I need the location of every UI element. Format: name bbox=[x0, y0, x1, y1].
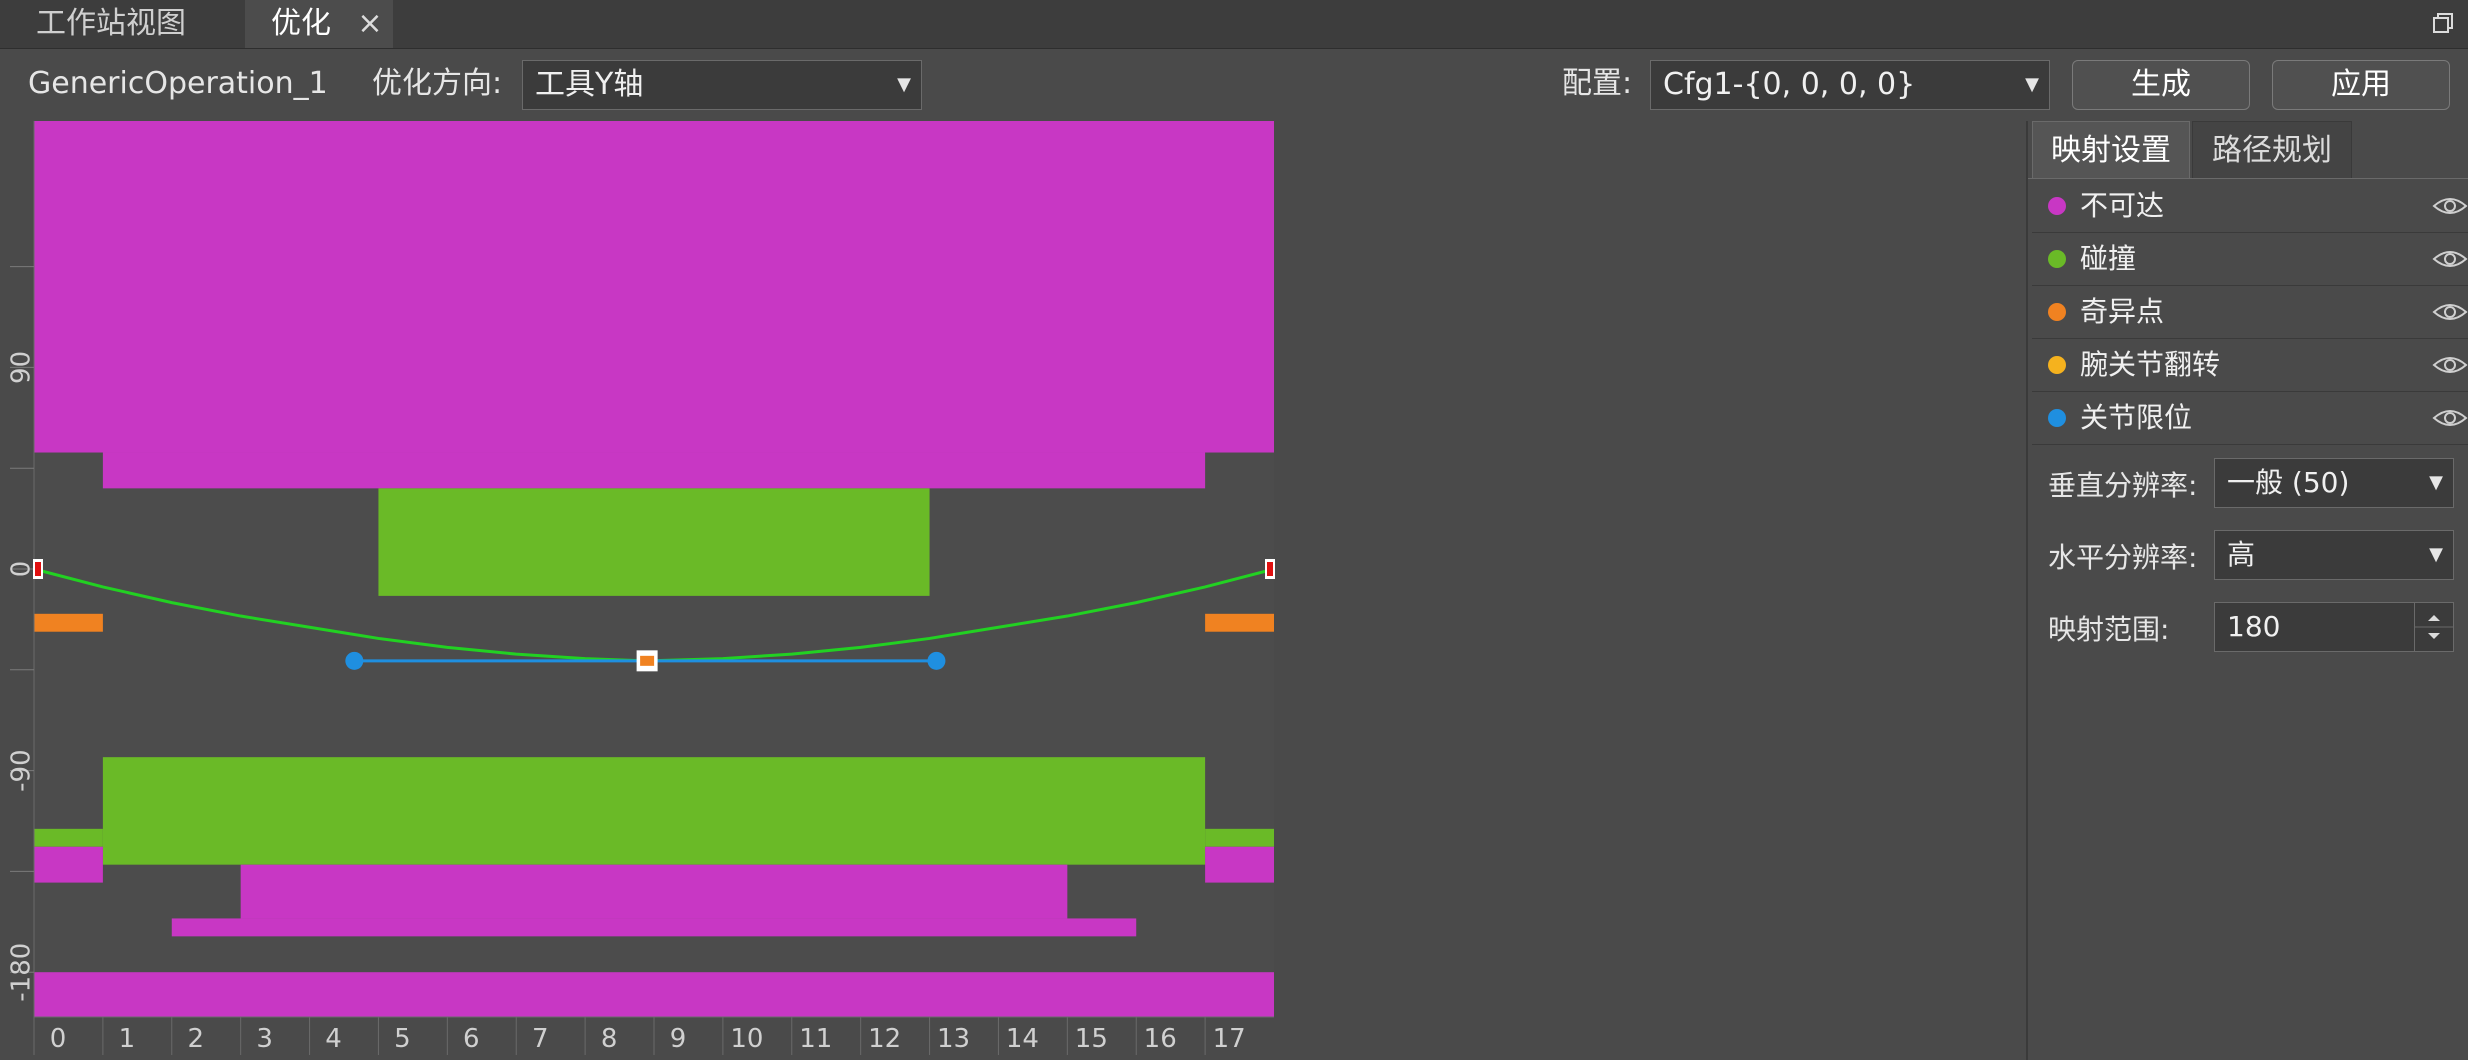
region-unreachable bbox=[34, 972, 1274, 1017]
region-collision bbox=[102, 757, 1206, 865]
reachability-chart[interactable]: 900-90-18001234567891011121314151617 bbox=[10, 121, 2022, 1056]
config-label: 配置: bbox=[1562, 66, 1633, 101]
legend-label: 腕关节翻转 bbox=[2080, 348, 2221, 381]
x-tick-label: 8 bbox=[601, 1024, 618, 1054]
x-tick-label: 10 bbox=[730, 1024, 763, 1054]
control-handle-point bbox=[927, 651, 946, 670]
region-unreachable bbox=[171, 918, 1137, 937]
x-tick-label: 3 bbox=[256, 1024, 273, 1054]
x-tick-label: 7 bbox=[532, 1024, 549, 1054]
legend-item-collision: 碰撞 bbox=[2032, 233, 2468, 286]
region-singularity bbox=[34, 613, 103, 632]
eye-icon[interactable] bbox=[2432, 405, 2468, 431]
control-handle-point bbox=[345, 651, 364, 670]
region-collision bbox=[1205, 828, 1274, 847]
waypoint-marker-fill bbox=[640, 655, 655, 666]
config-select[interactable]: Cfg1-{0, 0, 0, 0} ▼ bbox=[1650, 60, 2050, 110]
x-tick-label: 4 bbox=[325, 1024, 342, 1054]
y-tick-label: -90 bbox=[10, 749, 37, 791]
x-tick-label: 14 bbox=[1006, 1024, 1039, 1054]
eye-icon[interactable] bbox=[2432, 352, 2468, 378]
x-tick-label: 16 bbox=[1144, 1024, 1177, 1054]
legend-label: 奇异点 bbox=[2080, 295, 2165, 328]
tab-mapping-settings[interactable]: 映射设置 bbox=[2032, 121, 2190, 179]
region-unreachable bbox=[102, 452, 1206, 489]
vertical-resolution-label: 垂直分辨率: bbox=[2048, 469, 2198, 502]
x-tick-label: 17 bbox=[1213, 1024, 1246, 1054]
mapping-range-label: 映射范围: bbox=[2048, 613, 2170, 646]
vertical-resolution-select[interactable]: 一般 (50) ▼ bbox=[2214, 458, 2454, 508]
legend-label: 关节限位 bbox=[2080, 401, 2193, 434]
eye-icon[interactable] bbox=[2432, 299, 2468, 325]
eye-icon[interactable] bbox=[2432, 193, 2468, 219]
vertical-resolution-value: 一般 (50) bbox=[2227, 466, 2350, 499]
legend-dot bbox=[2048, 409, 2066, 427]
chevron-down-icon: ▼ bbox=[897, 74, 911, 95]
x-tick-label: 6 bbox=[463, 1024, 480, 1054]
region-unreachable bbox=[1205, 846, 1274, 883]
chevron-down-icon: ▼ bbox=[2429, 472, 2443, 493]
x-tick-label: 1 bbox=[119, 1024, 136, 1054]
y-tick-label: 90 bbox=[10, 351, 37, 384]
direction-value: 工具Y轴 bbox=[535, 67, 644, 102]
region-unreachable bbox=[240, 864, 1068, 919]
tab-divider bbox=[2028, 178, 2468, 179]
x-tick-label: 13 bbox=[937, 1024, 970, 1054]
legend-item-joint-limit: 关节限位 bbox=[2032, 392, 2468, 445]
document-tab-bar: 工作站视图 优化 × bbox=[0, 0, 2468, 49]
horizontal-resolution-label: 水平分辨率: bbox=[2048, 541, 2198, 574]
x-tick-label: 5 bbox=[394, 1024, 411, 1054]
direction-label: 优化方向: bbox=[372, 66, 503, 101]
x-tick-label: 12 bbox=[868, 1024, 901, 1054]
region-collision bbox=[34, 828, 103, 847]
legend-item-unreachable: 不可达 bbox=[2032, 180, 2468, 233]
close-tab-icon[interactable]: × bbox=[355, 0, 385, 48]
legend-label: 碰撞 bbox=[2080, 242, 2137, 275]
mapping-range-value: 180 bbox=[2227, 610, 2281, 643]
restore-window-icon[interactable] bbox=[2432, 12, 2454, 34]
x-tick-label: 15 bbox=[1075, 1024, 1108, 1054]
x-tick-label: 9 bbox=[670, 1024, 687, 1054]
legend-dot bbox=[2048, 356, 2066, 374]
region-singularity bbox=[1205, 613, 1274, 632]
direction-select[interactable]: 工具Y轴 ▼ bbox=[522, 60, 922, 110]
mapping-range-spinbox[interactable]: 180 bbox=[2214, 602, 2454, 652]
x-tick-label: 2 bbox=[188, 1024, 205, 1054]
legend-dot bbox=[2048, 197, 2066, 215]
legend-label: 不可达 bbox=[2080, 189, 2165, 222]
generate-button[interactable]: 生成 bbox=[2072, 60, 2250, 110]
y-tick-label: 0 bbox=[10, 561, 37, 578]
eye-icon[interactable] bbox=[2432, 246, 2468, 272]
x-tick-label: 11 bbox=[799, 1024, 832, 1054]
apply-button[interactable]: 应用 bbox=[2272, 60, 2450, 110]
tab-workstation-view[interactable]: 工作站视图 bbox=[0, 0, 240, 48]
region-unreachable bbox=[34, 121, 1274, 453]
chevron-down-icon: ▼ bbox=[2025, 74, 2039, 95]
legend-dot bbox=[2048, 303, 2066, 321]
y-tick-label: -180 bbox=[10, 943, 37, 1002]
chevron-down-icon: ▼ bbox=[2429, 544, 2443, 565]
optimization-toolbar: GenericOperation_1 优化方向: 工具Y轴 ▼ 配置: Cfg1… bbox=[0, 49, 2468, 121]
x-tick-label: 0 bbox=[50, 1024, 67, 1054]
config-value: Cfg1-{0, 0, 0, 0} bbox=[1663, 67, 1916, 102]
reachability-map[interactable]: 900-90-18001234567891011121314151617 bbox=[10, 121, 2022, 1056]
tab-path-planning[interactable]: 路径规划 bbox=[2192, 121, 2352, 179]
legend-item-wrist-flip: 腕关节翻转 bbox=[2032, 339, 2468, 392]
horizontal-resolution-select[interactable]: 高 ▼ bbox=[2214, 530, 2454, 580]
legend-item-singularity: 奇异点 bbox=[2032, 286, 2468, 339]
horizontal-resolution-value: 高 bbox=[2227, 538, 2256, 571]
start-point-fill bbox=[35, 562, 41, 576]
settings-panel: 映射设置 路径规划 不可达 碰撞 奇异点 腕关节翻转 关节限位 垂直分辨率: 一… bbox=[2026, 121, 2468, 1060]
spin-arrows-icon[interactable] bbox=[2414, 603, 2453, 651]
end-point-fill bbox=[1267, 562, 1273, 576]
region-unreachable bbox=[34, 846, 103, 883]
operation-name: GenericOperation_1 bbox=[28, 66, 328, 101]
region-collision bbox=[378, 488, 930, 596]
legend-dot bbox=[2048, 250, 2066, 268]
